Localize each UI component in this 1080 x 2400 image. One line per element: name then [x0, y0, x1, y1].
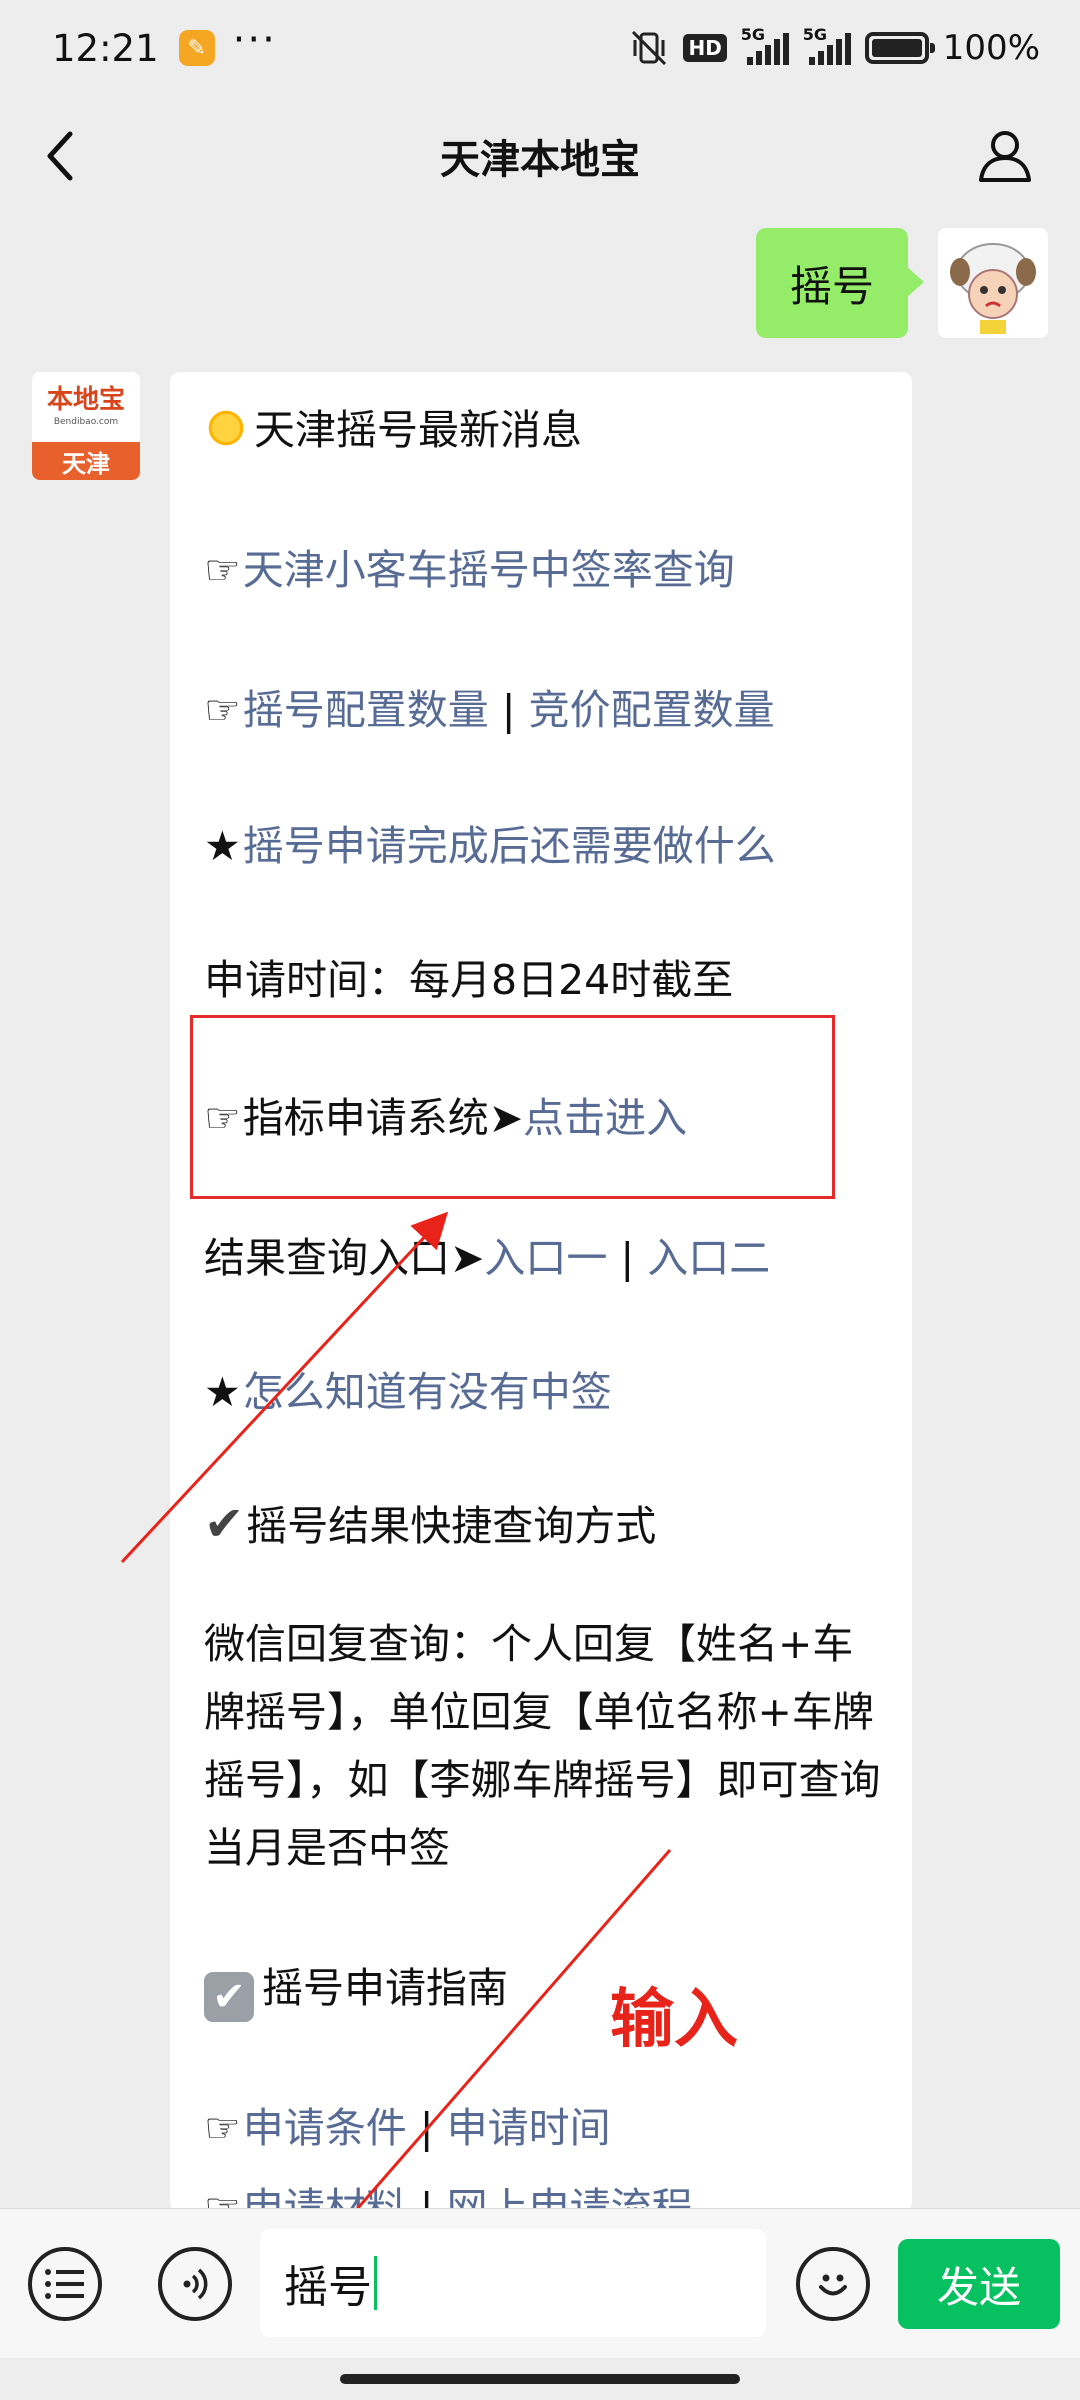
message-title: 天津摇号最新消息	[254, 406, 582, 454]
apply-time-text: 申请时间：每月8日24时截至	[204, 956, 734, 1004]
annotation-input-label: 输入	[610, 1983, 738, 2057]
menu-list-button[interactable]	[28, 2247, 102, 2321]
emoji-icon	[819, 2274, 847, 2296]
status-bar: 12:21 ✎ ··· HD 5G 5G 100%	[0, 0, 1080, 96]
link-conditions[interactable]: 申请条件	[243, 2104, 407, 2152]
outgoing-message-row: 摇号	[755, 228, 1048, 338]
pointing-hand-icon: ☞	[204, 686, 241, 734]
message-input[interactable]: 摇号	[260, 2229, 766, 2337]
input-bar: 摇号 发送	[0, 2208, 1080, 2358]
message-title-line: 天津摇号最新消息	[204, 396, 582, 456]
status-time: 12:21	[52, 26, 159, 70]
page-title: 天津本地宝	[440, 137, 640, 183]
separator: |	[406, 2104, 447, 2152]
highlight-box	[190, 1015, 835, 1199]
link-entry-one[interactable]: 入口一	[484, 1234, 607, 1282]
profile-icon[interactable]	[976, 126, 1034, 184]
bot-avatar-url: Bendibao.com	[53, 417, 119, 427]
more-notifications-icon: ···	[232, 17, 277, 63]
send-button[interactable]: 发送	[898, 2239, 1060, 2329]
voice-button[interactable]	[158, 2247, 232, 2321]
status-indicators: HD 5G 5G 100%	[629, 25, 1040, 68]
hd-icon: HD	[683, 34, 727, 62]
materials-line: ☞申请材料 | 网上申请流程	[204, 2174, 693, 2212]
checkbox-icon: ✔	[204, 1972, 254, 2022]
conditions-line: ☞申请条件 | 申请时间	[204, 2094, 611, 2154]
arrow-icon: ➤	[450, 1234, 485, 1282]
link-after-apply[interactable]: 摇号申请完成后还需要做什么	[243, 822, 776, 870]
rate-query-line: ☞天津小客车摇号中签率查询	[204, 536, 735, 596]
link-lottery-count[interactable]: 摇号配置数量	[243, 686, 489, 734]
guide-title: 摇号申请指南	[262, 1964, 508, 2012]
bot-avatar[interactable]: 本地宝 Bendibao.com 天津	[32, 372, 140, 480]
outgoing-message-bubble[interactable]: 摇号	[755, 228, 925, 338]
result-query-line: 结果查询入口➤入口一 | 入口二	[204, 1224, 770, 1284]
bot-avatar-logo: 本地宝	[46, 385, 125, 415]
incoming-message-bubble: 天津摇号最新消息 ☞天津小客车摇号中签率查询 ☞摇号配置数量 | 竞价配置数量 …	[170, 372, 912, 2212]
star-icon: ★	[204, 1368, 241, 1416]
user-avatar[interactable]	[938, 228, 1048, 338]
link-apply-time[interactable]: 申请时间	[447, 2104, 611, 2152]
separator: |	[607, 1234, 648, 1282]
wechat-reply-text: 微信回复查询：个人回复【姓名+车牌摇号】，单位回复【单位名称+车牌摇号】，如【李…	[204, 1620, 881, 1872]
link-rate-query[interactable]: 天津小客车摇号中签率查询	[243, 546, 735, 594]
signal-icon-2: 5G	[803, 25, 851, 65]
pointing-hand-icon: ☞	[204, 2104, 241, 2152]
after-apply-line: ★摇号申请完成后还需要做什么	[204, 812, 776, 872]
sun-icon	[204, 406, 248, 450]
quick-query-title: 摇号结果快捷查询方式	[246, 1502, 657, 1550]
guide-title-line: ✔ 摇号申请指南	[204, 1954, 508, 2022]
home-indicator[interactable]	[340, 2374, 740, 2384]
link-bid-count[interactable]: 竞价配置数量	[529, 686, 775, 734]
how-know-line: ★怎么知道有没有中签	[204, 1358, 612, 1418]
separator: |	[488, 686, 529, 734]
battery-percent: 100%	[942, 28, 1040, 68]
notification-app-icon: ✎	[178, 30, 215, 66]
link-entry-two[interactable]: 入口二	[647, 1234, 770, 1282]
quick-query-line: ✔摇号结果快捷查询方式	[204, 1492, 656, 1552]
outgoing-message-text: 摇号	[789, 261, 874, 311]
star-icon: ★	[204, 822, 241, 870]
check-mark-icon: ✔	[204, 1496, 245, 1552]
voice-icon	[183, 2268, 208, 2300]
text-cursor	[374, 2256, 377, 2310]
message-input-value: 摇号	[284, 2262, 372, 2313]
signal-icon: 5G	[741, 25, 789, 65]
config-count-line: ☞摇号配置数量 | 竞价配置数量	[204, 676, 775, 736]
emoji-button[interactable]	[796, 2247, 870, 2321]
pointing-hand-icon: ☞	[204, 546, 241, 594]
link-how-know[interactable]: 怎么知道有没有中签	[243, 1368, 612, 1416]
list-icon	[45, 2269, 84, 2299]
vibrate-mute-icon	[632, 30, 667, 66]
chat-header: 天津本地宝	[0, 96, 1080, 216]
bot-avatar-city: 天津	[32, 442, 140, 480]
back-icon[interactable]	[40, 126, 80, 186]
result-label: 结果查询入口	[204, 1234, 450, 1282]
battery-icon	[864, 32, 935, 64]
